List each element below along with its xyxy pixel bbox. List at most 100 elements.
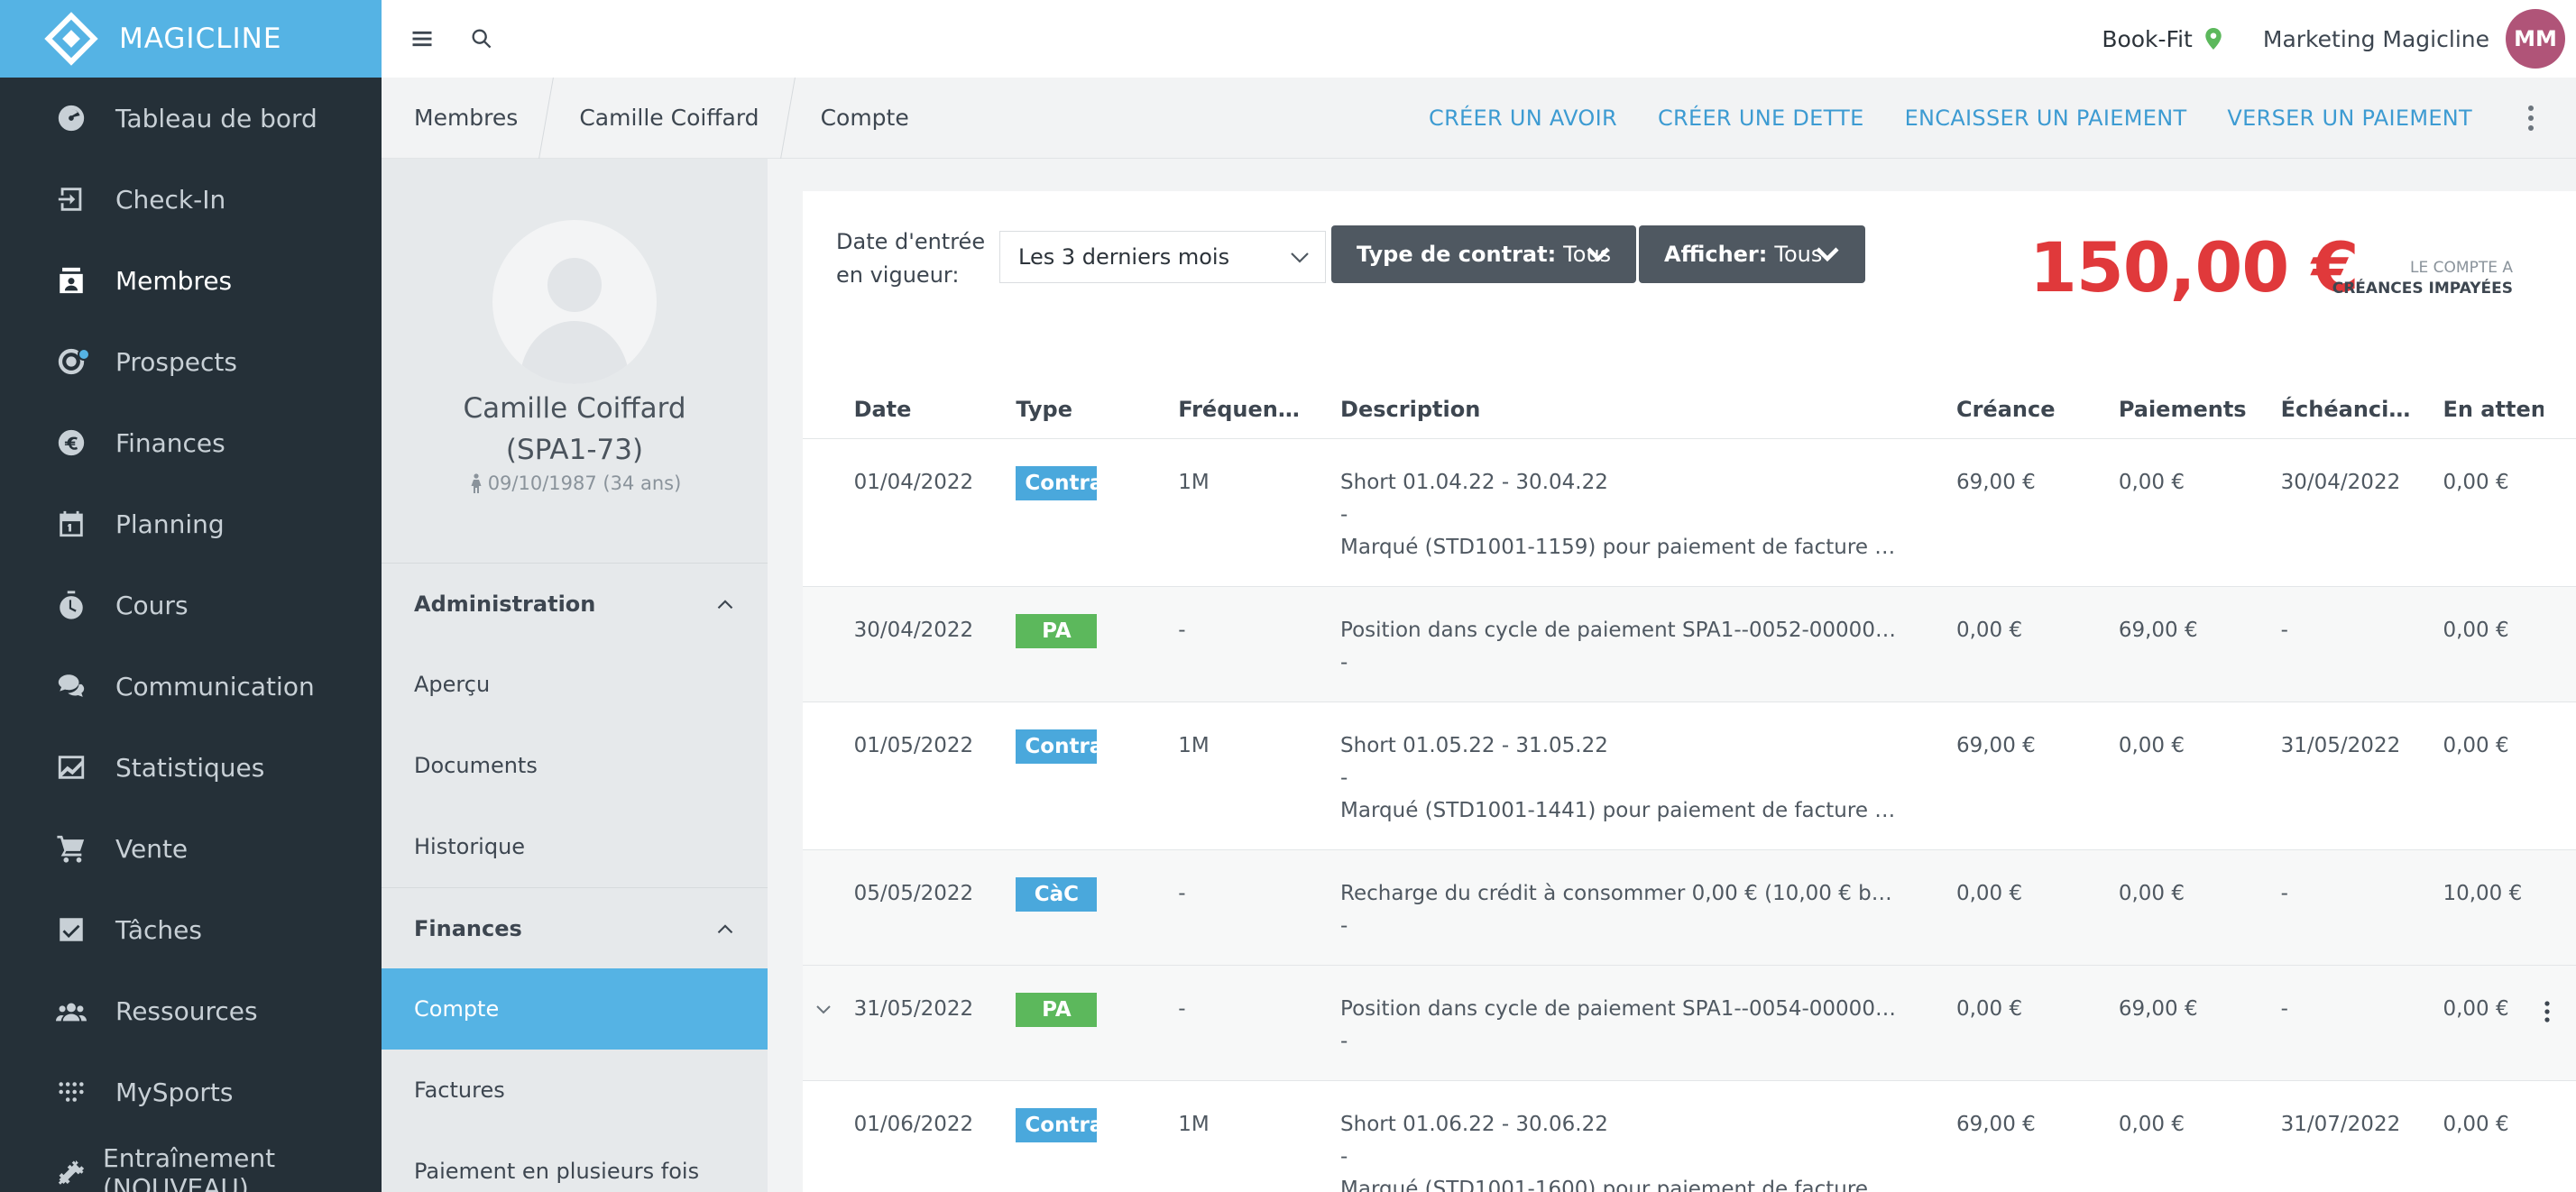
menu-cell [2543, 849, 2576, 965]
table-header: Date Type Fréquen… Description Créance P… [803, 381, 2576, 439]
section-title: Finances [414, 915, 522, 941]
breadcrumb: Membres Camille Coiffard Compte CRÉER UN… [382, 78, 2576, 159]
sidebar-item-sales[interactable]: Vente [0, 808, 382, 889]
notification-dot [78, 348, 90, 361]
sidebar-item-label: Check-In [115, 184, 226, 215]
sub-item-invoices[interactable]: Factures [382, 1050, 768, 1131]
sidebar-item-prospects[interactable]: Prospects [0, 321, 382, 402]
avatar[interactable]: MM [2506, 9, 2565, 69]
chevron-down-icon [1587, 247, 1610, 262]
table-row[interactable]: 31/05/2022 PA - Position dans cycle de p… [803, 965, 2576, 1080]
sub-item-overview[interactable]: Aperçu [382, 644, 768, 725]
studio-name: Book-Fit [2102, 25, 2193, 52]
col-type[interactable]: Type [1016, 381, 1179, 439]
sub-item-account[interactable]: Compte [382, 968, 768, 1050]
cell-claim: 69,00 € [1955, 733, 2036, 757]
cell-pending: 10,00 € [2443, 849, 2544, 965]
col-pending[interactable]: En attente [2443, 381, 2544, 439]
sidebar-item-label: Entraînement (NOUVEAU) [103, 1143, 276, 1192]
search-icon[interactable] [459, 16, 504, 61]
table-row[interactable]: 30/04/2022 PA - Position dans cycle de p… [803, 586, 2576, 701]
cell-date: 01/06/2022 [853, 1112, 974, 1136]
sidebar-item-finances[interactable]: Finances [0, 402, 382, 483]
sub-item-documents[interactable]: Documents [382, 725, 768, 806]
col-date[interactable]: Date [853, 381, 1017, 439]
col-due-date[interactable]: Échéanci… [2280, 381, 2443, 439]
sidebar-item-dashboard[interactable]: Tableau de bord [0, 78, 382, 159]
section-finances[interactable]: Finances [382, 887, 768, 968]
studio-selector[interactable]: Book-Fit [2102, 26, 2223, 52]
member-full-name: Camille Coiffard [463, 392, 686, 425]
brand-name: MAGICLINE [119, 23, 282, 55]
sub-item-installments[interactable]: Paiement en plusieurs fois [382, 1131, 768, 1192]
type-badge: PA [1016, 992, 1098, 1027]
pay-out-button[interactable]: VERSER UN PAIEMENT [2227, 105, 2472, 131]
gender-female-icon [471, 473, 482, 493]
cell-due-date: 31/05/2022 [2280, 733, 2401, 757]
collect-payment-button[interactable]: ENCAISSER UN PAIEMENT [1905, 105, 2187, 131]
desc-line: Marqué (STD1001-1159) pour paiement de f… [1340, 535, 1900, 559]
menu-cell [2544, 1080, 2576, 1192]
breadcrumb-member-name[interactable]: Camille Coiffard [547, 78, 787, 159]
cell-payments: 0,00 € [2118, 470, 2185, 494]
sidebar-item-planning[interactable]: Planning [0, 483, 382, 564]
table-row[interactable]: 01/05/2022 Contrat 1M Short 01.05.22 - 3… [803, 701, 2576, 849]
col-payments[interactable]: Paiements [2118, 381, 2281, 439]
sub-item-history[interactable]: Historique [382, 806, 768, 887]
section-title: Administration [414, 591, 596, 617]
sidebar-item-tasks[interactable]: Tâches [0, 889, 382, 970]
euro-icon [56, 427, 87, 458]
cell-payments: 0,00 € [2118, 733, 2185, 757]
chevron-down-icon[interactable] [815, 1004, 832, 1015]
expand-cell[interactable] [803, 965, 854, 1080]
col-frequency[interactable]: Fréquen… [1178, 381, 1341, 439]
more-vertical-icon[interactable] [2513, 91, 2549, 145]
row-menu-cell[interactable] [2543, 965, 2576, 1080]
col-claim[interactable]: Créance [1955, 381, 2119, 439]
sidebar-item-communication[interactable]: Communication [0, 646, 382, 727]
chart-icon [56, 752, 87, 783]
cell-payments: 69,00 € [2118, 586, 2281, 701]
breadcrumb-members[interactable]: Membres [382, 78, 547, 159]
table-row[interactable]: 01/06/2022 Contrat 1M Short 01.06.22 - 3… [803, 1080, 2576, 1192]
calendar-icon [56, 509, 87, 539]
sidebar-item-label: Statistiques [115, 752, 265, 783]
table-row[interactable]: 01/04/2022 Contrat 1M Short 01.04.22 - 3… [803, 438, 2576, 586]
brand-header[interactable]: MAGICLINE [0, 0, 382, 78]
menu-cell [2543, 586, 2576, 701]
contract-type-dropdown[interactable]: Type de contrat: Tous [1331, 225, 1636, 283]
sidebar-item-members[interactable]: Membres [0, 240, 382, 321]
cell-claim: 0,00 € [1955, 586, 2119, 701]
dumbbell-icon [56, 1158, 87, 1188]
cell-due-date: - [2280, 965, 2443, 1080]
expand-cell [803, 701, 854, 849]
create-debt-button[interactable]: CRÉER UNE DETTE [1658, 105, 1864, 131]
sidebar-item-courses[interactable]: Cours [0, 564, 382, 646]
sidebar-item-label: Cours [115, 590, 189, 620]
cell-description: Position dans cycle de paiement SPA1--00… [1340, 586, 1956, 701]
sidebar-item-training[interactable]: Entraînement (NOUVEAU) [0, 1132, 382, 1192]
cell-pending: 0,00 € [2443, 733, 2509, 757]
cell-claim: 69,00 € [1955, 470, 2036, 494]
desc-line: Short 01.05.22 - 31.05.22 [1340, 733, 1608, 757]
sidebar-item-label: Planning [115, 509, 225, 539]
col-description[interactable]: Description [1340, 381, 1956, 439]
period-select[interactable]: Les 3 derniers mois [999, 231, 1326, 283]
balance-label-line2: CRÉANCES IMPAYÉES [2332, 280, 2513, 298]
create-credit-note-button[interactable]: CRÉER UN AVOIR [1429, 105, 1617, 131]
table-row[interactable]: 05/05/2022 CàC - Recharge du crédit à co… [803, 849, 2576, 965]
section-administration[interactable]: Administration [382, 563, 768, 644]
user-name[interactable]: Marketing Magicline [2263, 26, 2489, 52]
member-name: Camille Coiffard (SPA1-73) [382, 388, 768, 471]
cell-payments: 0,00 € [2118, 1112, 2185, 1136]
member-photo[interactable] [492, 220, 657, 384]
sidebar-item-resources[interactable]: Ressources [0, 970, 382, 1051]
person-placeholder-icon [520, 258, 630, 384]
menu-icon[interactable] [400, 16, 445, 61]
sidebar-item-statistics[interactable]: Statistiques [0, 727, 382, 808]
sidebar-item-check-in[interactable]: Check-In [0, 159, 382, 240]
desc-line: - [1340, 502, 1348, 527]
display-dropdown[interactable]: Afficher: Tous [1639, 225, 1865, 283]
sidebar-item-mysports[interactable]: MySports [0, 1051, 382, 1132]
more-vertical-icon[interactable] [2544, 1000, 2551, 1023]
